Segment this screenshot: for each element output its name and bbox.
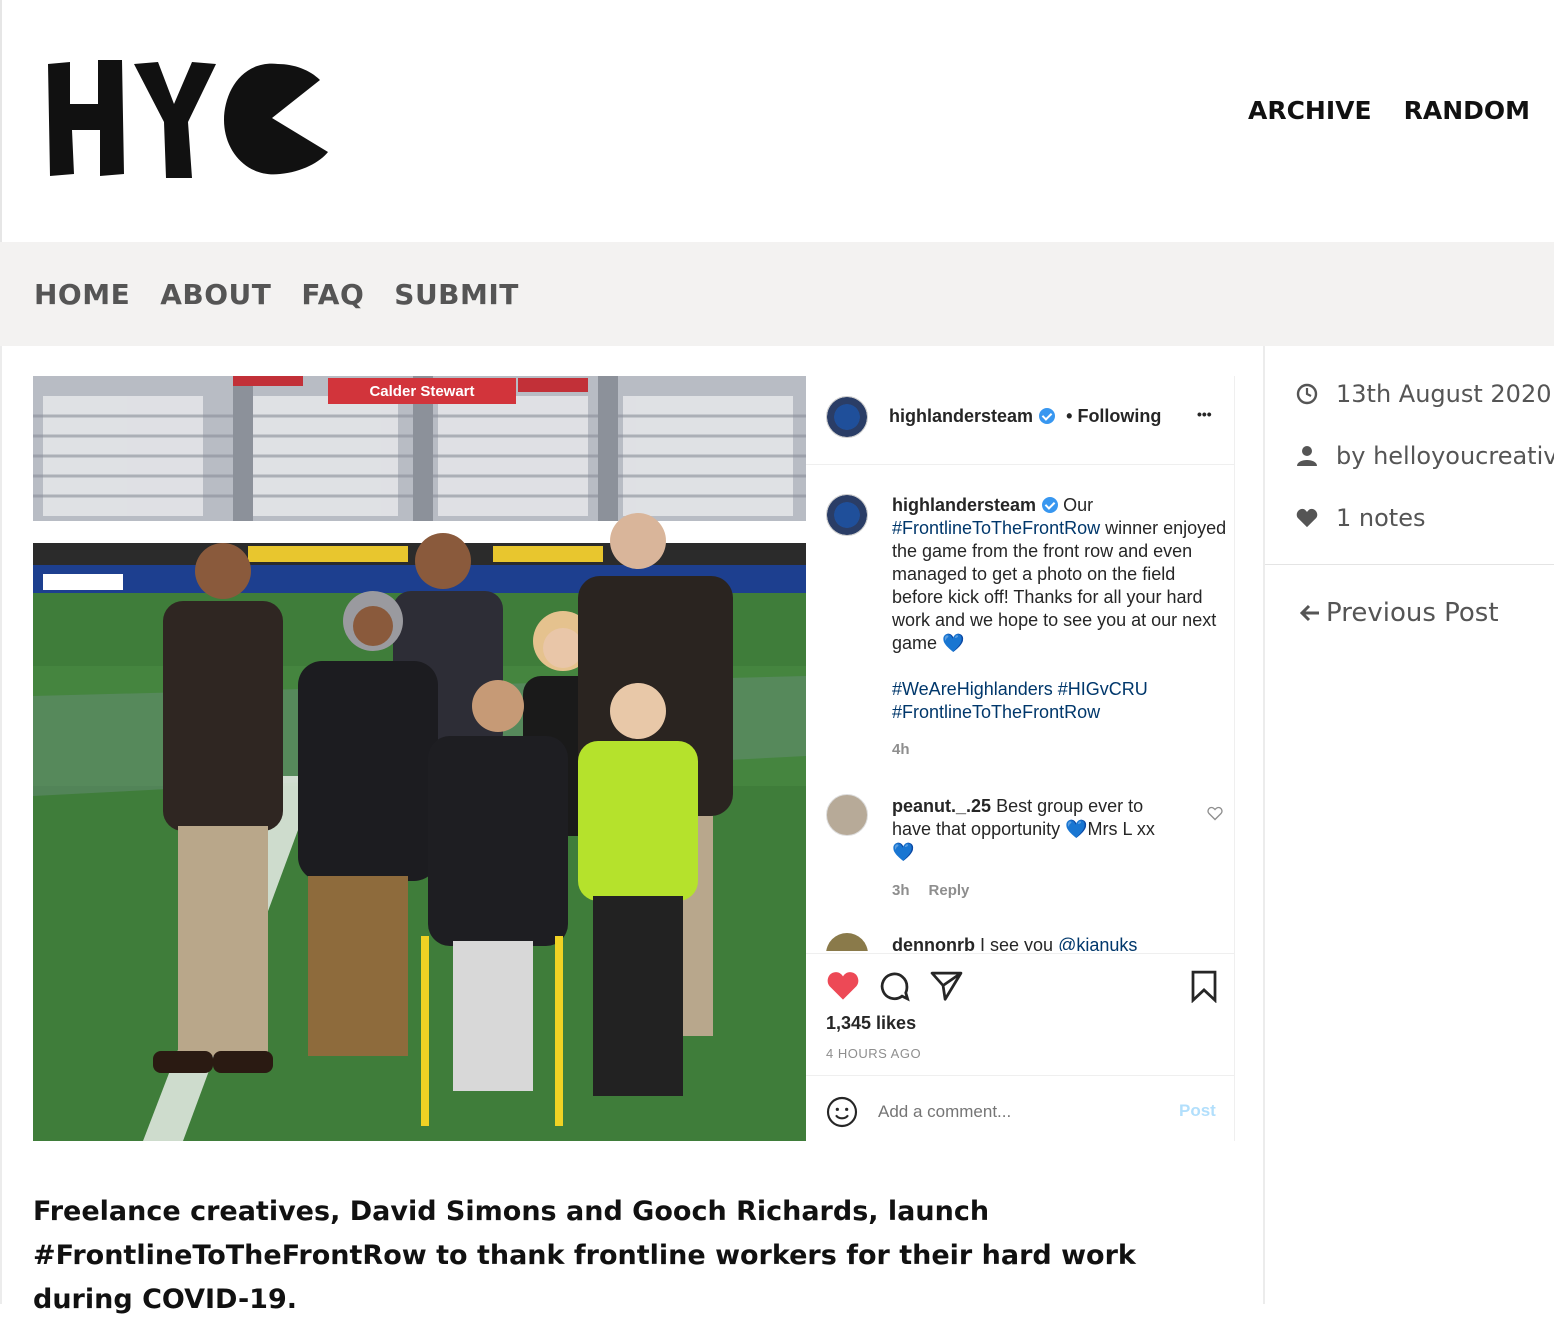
comment-text: I see you — [980, 935, 1054, 951]
comment-username[interactable]: peanut._.25 — [892, 796, 991, 816]
post-photo[interactable]: Calder Stewart — [33, 376, 806, 1141]
caption-hashtags-2[interactable]: #FrontlineToTheFrontRow — [892, 702, 1100, 722]
heart-icon — [1296, 508, 1318, 528]
commenter-avatar[interactable] — [826, 933, 868, 951]
post-notes: 1 notes — [1296, 504, 1425, 532]
post-notes-count[interactable]: 1 notes — [1336, 504, 1425, 532]
banner-sponsor-text: Calder Stewart — [369, 383, 474, 400]
share-paper-plane-icon[interactable] — [930, 970, 963, 1001]
stadium-photo-illustration: Calder Stewart — [33, 376, 806, 1141]
more-options-icon[interactable]: ••• — [1197, 406, 1212, 422]
verified-badge-icon — [1039, 408, 1056, 424]
previous-post-link[interactable]: Previous Post — [1300, 598, 1499, 628]
comment-username[interactable]: dennonrb — [892, 935, 975, 951]
post-author-link[interactable]: by helloyoucreatives — [1336, 442, 1554, 470]
comment-item-partial: dennonrb I see you @kianuks — [806, 929, 1234, 951]
caption-body: winner enjoyed the game from the front r… — [892, 518, 1227, 653]
instagram-header: highlandersteam • Following ••• — [806, 376, 1234, 465]
post-actions: 1,345 likes 4 HOURS AGO — [806, 953, 1234, 1076]
caption-avatar[interactable] — [826, 494, 868, 536]
comment-mention[interactable]: @kianuks — [1058, 935, 1137, 951]
instagram-embed: highlandersteam • Following ••• highland… — [806, 376, 1235, 1141]
site-header: ARCHIVE RANDOM — [0, 0, 1554, 242]
arrow-left-icon — [1300, 604, 1319, 622]
likes-count[interactable]: 1,345 likes — [826, 1013, 916, 1034]
nav-about[interactable]: ABOUT — [160, 278, 271, 311]
add-comment-input[interactable] — [876, 1096, 1160, 1128]
post-caption: highlandersteam Our #FrontlineToTheFront… — [892, 494, 1227, 761]
content-left-border — [0, 346, 2, 1304]
following-status[interactable]: • Following — [1066, 406, 1161, 426]
archive-link[interactable]: ARCHIVE — [1248, 96, 1372, 125]
header-username[interactable]: highlandersteam — [889, 406, 1033, 426]
caption-hashtag[interactable]: #FrontlineToTheFrontRow — [892, 518, 1100, 538]
emoji-smiley-icon[interactable] — [826, 1096, 858, 1128]
nav-submit[interactable]: SUBMIT — [394, 278, 519, 311]
bookmark-icon[interactable] — [1189, 970, 1219, 1003]
clock-icon — [1296, 383, 1318, 405]
caption-time: 4h — [892, 741, 910, 758]
hyc-logo[interactable] — [42, 52, 332, 182]
comment-time: 3h — [892, 882, 910, 899]
article-caption: Freelance creatives, David Simons and Go… — [33, 1196, 1136, 1315]
post-comment-button[interactable]: Post — [1179, 1101, 1216, 1121]
like-comment-icon[interactable] — [1207, 806, 1223, 821]
caption-hashtags-1[interactable]: #WeAreHighlanders #HIGvCRU — [892, 679, 1148, 699]
post-author: by helloyoucreatives — [1296, 442, 1554, 470]
post-date: 13th August 2020 — [1296, 380, 1551, 408]
account-avatar[interactable] — [826, 396, 868, 438]
add-comment-bar: Post — [806, 1075, 1234, 1142]
caption-username[interactable]: highlandersteam — [892, 495, 1036, 515]
nav-home[interactable]: HOME — [34, 278, 130, 311]
sidebar-separator — [1265, 564, 1554, 565]
sidebar-divider — [1263, 346, 1265, 1304]
nav-faq[interactable]: FAQ — [301, 278, 364, 311]
post-date-text: 13th August 2020 — [1336, 380, 1552, 408]
caption-lead: Our — [1063, 495, 1094, 515]
random-link[interactable]: RANDOM — [1404, 96, 1530, 125]
comment-bubble-icon[interactable] — [878, 970, 911, 1003]
post-timestamp: 4 HOURS AGO — [826, 1046, 922, 1061]
verified-badge-icon — [1042, 497, 1059, 513]
main-nav: HOME ABOUT FAQ SUBMIT — [34, 278, 519, 311]
commenter-avatar[interactable] — [826, 794, 868, 836]
previous-post-label[interactable]: Previous Post — [1326, 598, 1499, 628]
like-heart-icon[interactable] — [826, 970, 860, 1001]
user-icon — [1297, 446, 1317, 466]
comment-item: peanut._.25 Best group ever to have that… — [892, 795, 1182, 902]
comment-reply-button[interactable]: Reply — [929, 882, 970, 899]
